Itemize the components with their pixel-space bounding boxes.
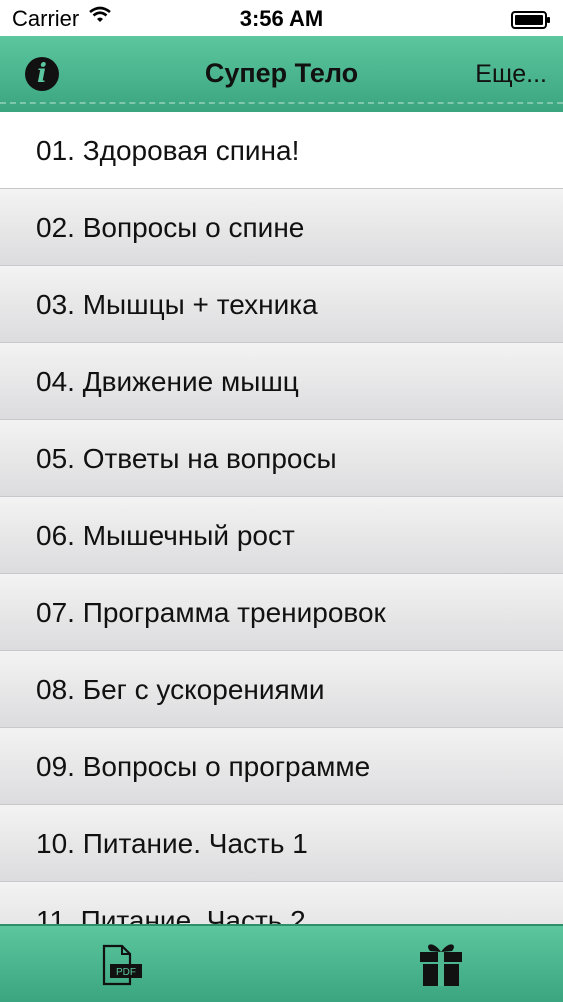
list-item[interactable]: 04. Движение мышц bbox=[0, 343, 563, 420]
list-item[interactable]: 06. Мышечный рост bbox=[0, 497, 563, 574]
navigation-bar: i Супер Тело Еще... bbox=[0, 36, 563, 114]
tab-bar: PDF bbox=[0, 924, 563, 1002]
list-item[interactable]: 10. Питание. Часть 1 bbox=[0, 805, 563, 882]
gift-icon[interactable] bbox=[418, 940, 464, 993]
status-time: 3:56 AM bbox=[239, 6, 324, 31]
list-item[interactable]: 01. Здоровая спина! bbox=[0, 112, 563, 189]
list-item[interactable]: 07. Программа тренировок bbox=[0, 574, 563, 651]
chapter-list: 01. Здоровая спина! 02. Вопросы о спине … bbox=[0, 112, 563, 924]
status-bar: Carrier 3:56 AM bbox=[0, 0, 563, 36]
list-item[interactable]: 02. Вопросы о спине bbox=[0, 189, 563, 266]
pdf-icon-label: PDF bbox=[116, 967, 136, 978]
list-item[interactable]: 11. Питание. Часть 2 bbox=[0, 882, 563, 924]
battery-icon bbox=[511, 9, 551, 29]
nav-stitch-divider bbox=[0, 102, 563, 104]
pdf-icon[interactable]: PDF bbox=[100, 944, 144, 991]
list-item[interactable]: 09. Вопросы о программе bbox=[0, 728, 563, 805]
list-item[interactable]: 03. Мышцы + техника bbox=[0, 266, 563, 343]
more-button[interactable]: Еще... bbox=[475, 60, 547, 89]
list-item[interactable]: 08. Бег с ускорениями bbox=[0, 651, 563, 728]
list-item[interactable]: 05. Ответы на вопросы bbox=[0, 420, 563, 497]
